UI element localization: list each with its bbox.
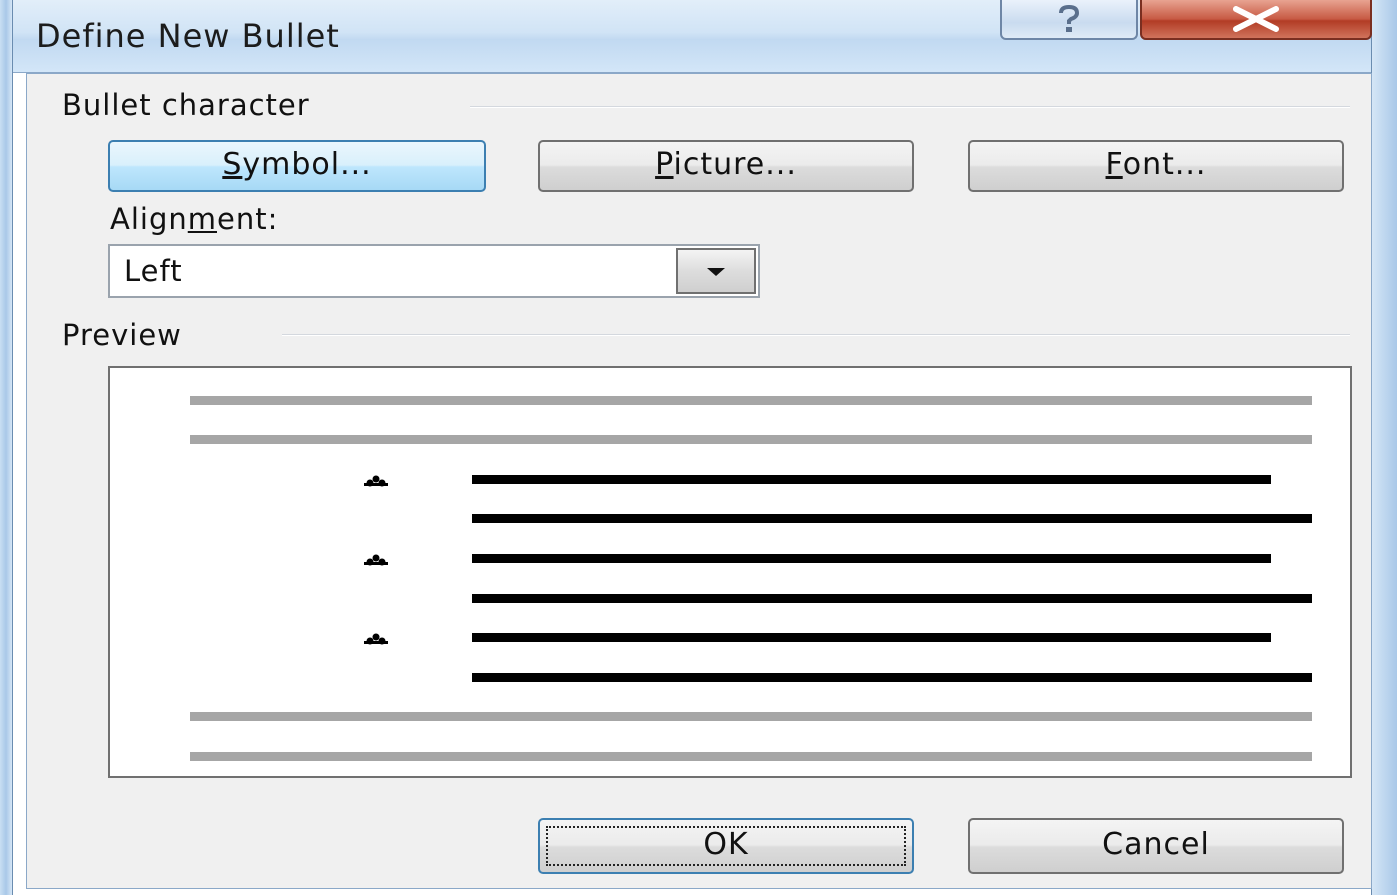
preview-black-line [472,633,1271,642]
club-bullet-icon [362,632,390,646]
preview-black-line [472,673,1312,682]
symbol-button[interactable]: Symbol... [108,140,486,192]
help-button[interactable] [1000,0,1138,40]
window-frame-left [0,0,13,895]
club-bullet-icon [362,553,390,567]
preview-gray-line [190,435,1312,444]
preview-black-line [472,475,1271,484]
preview-black-line [472,554,1271,563]
close-button[interactable] [1140,0,1372,40]
preview-gray-line [190,712,1312,721]
preview-black-line [472,594,1312,603]
cancel-button[interactable]: Cancel [968,818,1344,874]
alignment-dropdown-button[interactable] [676,248,756,294]
dialog-title: Define New Bullet [36,17,340,55]
alignment-selected-value: Left [124,254,183,288]
preview-box [108,366,1352,778]
ok-button[interactable]: OK [538,818,914,874]
preview-group-label: Preview [62,318,196,352]
preview-black-line [472,514,1312,523]
chevron-down-icon [706,262,726,281]
font-button[interactable]: Font... [968,140,1344,192]
club-bullet-icon [362,474,390,488]
preview-gray-line [190,752,1312,761]
preview-group-divider [282,334,1350,336]
window-frame-right [1371,0,1397,895]
help-icon [1052,4,1086,34]
bullet-character-group-divider [470,106,1350,108]
bullet-character-group-label: Bullet character [62,88,324,122]
alignment-dropdown[interactable]: Left [108,244,760,298]
preview-gray-line [190,396,1312,405]
picture-button[interactable]: Picture... [538,140,914,192]
close-icon [1228,6,1284,32]
alignment-label: Alignment: [110,202,279,236]
